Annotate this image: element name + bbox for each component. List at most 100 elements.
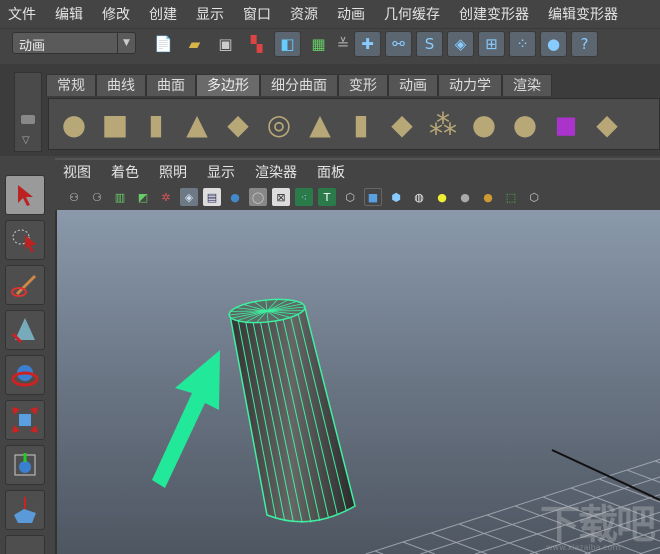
shadows-icon[interactable]: ● [456,188,474,206]
shelf-tab[interactable]: 动力学 [438,74,502,96]
menu-item[interactable]: 几何缓存 [384,4,440,24]
panel-menu: 视图 着色 照明 显示 渲染器 面板 [55,160,660,184]
panel-menu-item[interactable]: 面板 [317,162,345,182]
menu-item[interactable]: 文件 [8,4,36,24]
filter-icon[interactable]: ≚ [336,31,350,57]
shelf-tab[interactable]: 动画 [388,74,438,96]
menu-item[interactable]: 显示 [196,4,224,24]
snap-particle-icon[interactable]: ● [540,31,567,57]
snap-vertex-icon[interactable]: ⁘ [509,31,536,57]
separate-icon[interactable]: ● [467,107,501,141]
image-plane-icon[interactable]: ◩ [134,188,152,206]
lasso-tool-icon[interactable] [5,220,45,260]
watermark: 下载吧 www.xiazaiba.com [540,502,656,552]
combine-icon[interactable]: ⁂ [426,107,460,141]
panel-menu-item[interactable]: 视图 [63,162,91,182]
shelf-tab[interactable]: 多边形 [196,74,260,96]
snap-point-icon[interactable]: S [416,31,443,57]
bookmarks-icon[interactable]: ▥ [111,188,129,206]
wireframe-icon[interactable]: ⬡ [341,188,359,206]
field-chart-icon[interactable]: ⊠ [272,188,290,206]
shelf-menu-icon: ▽ [22,135,30,146]
shelf-tab[interactable]: 变形 [338,74,388,96]
panel-toolbar: ⚇ ⚆ ▥ ◩ ✲ ◈ ▤ ● ◯ ⊠ ⁖ T ⬡ ■ ⬢ ◍ ● ● ● ⬚ … [55,184,660,210]
shelf-tab[interactable]: 渲染 [502,74,552,96]
camera-attributes-icon[interactable]: ⚆ [88,188,106,206]
shelf-menu-handle[interactable]: ▽ [14,72,42,152]
shelf-tab[interactable]: 细分曲面 [260,74,338,96]
open-scene-icon[interactable]: ▰ [181,31,208,57]
show-manipulator-icon[interactable] [5,535,45,554]
grid-line [402,541,436,554]
help-icon[interactable]: ? [571,31,598,57]
toolbox [0,165,50,554]
grid-line [626,469,660,483]
menu-item[interactable]: 编辑变形器 [548,4,618,24]
save-scene-icon[interactable]: ▣ [212,31,239,57]
shelf-tab[interactable]: 常规 [46,74,96,96]
new-scene-icon[interactable]: 📄 [150,31,177,57]
menu-item[interactable]: 创建 [149,4,177,24]
film-gate-icon[interactable]: ▤ [203,188,221,206]
shelf-polygons: ● ■ ▮ ▲ ◆ ◎ ▲ ▮ ◆ ⁂ ● ● ◼ ◆ [48,98,660,150]
poly-torus-icon[interactable]: ◎ [262,107,296,141]
shelf-tab[interactable]: 曲面 [146,74,196,96]
menu-item[interactable]: 修改 [102,4,130,24]
chevron-down-icon: ▼ [117,33,135,53]
poly-cylinder-icon[interactable]: ▮ [139,107,173,141]
pointer-arrow-icon [152,350,220,488]
wireframe-on-shaded-icon[interactable]: ⬢ [387,188,405,206]
grid-toggle-icon[interactable]: ◈ [180,188,198,206]
use-all-lights-icon[interactable]: ● [433,188,451,206]
menu-item[interactable]: 动画 [337,4,365,24]
smooth-proxy-icon[interactable]: ◼ [549,107,583,141]
soft-modification-tool-icon[interactable] [5,490,45,530]
safe-title-icon[interactable]: T [318,188,336,206]
panel-menu-item[interactable]: 着色 [111,162,139,182]
rotate-tool-icon[interactable] [5,355,45,395]
poly-pyramid-icon[interactable]: ▲ [303,107,337,141]
panel-menu-item[interactable]: 照明 [159,162,187,182]
panel-menu-item[interactable]: 显示 [207,162,235,182]
xray-icon[interactable]: ⬡ [525,188,543,206]
select-camera-icon[interactable]: ⚇ [65,188,83,206]
ambient-occlusion-icon[interactable]: ● [479,188,497,206]
snap-live-icon[interactable]: ⊞ [478,31,505,57]
move-tool-icon[interactable] [5,310,45,350]
main-menubar: 文件 编辑 修改 创建 显示 窗口 资源 动画 几何缓存 创建变形器 编辑变形器 [0,0,660,28]
select-object-icon[interactable]: ◧ [274,31,301,57]
viewport-panel-bar: 视图 着色 照明 显示 渲染器 面板 ⚇ ⚆ ▥ ◩ ✲ ◈ ▤ ● ◯ ⊠ ⁖ T ⬡ … [55,158,660,210]
snap-plane-icon[interactable]: ◈ [447,31,474,57]
menu-set-dropdown[interactable]: 动画 ▼ [12,32,136,54]
extract-icon[interactable]: ● [508,107,542,141]
gate-mask-icon[interactable]: ◯ [249,188,267,206]
snap-curve-icon[interactable]: ⚯ [385,31,412,57]
isolate-select-icon[interactable]: ⬚ [502,188,520,206]
panel-menu-item[interactable]: 渲染器 [255,162,297,182]
menu-item[interactable]: 窗口 [243,4,271,24]
poly-cone-icon[interactable]: ▲ [180,107,214,141]
textured-icon[interactable]: ◍ [410,188,428,206]
paint-select-tool-icon[interactable] [5,265,45,305]
2d-pan-zoom-icon[interactable]: ✲ [157,188,175,206]
menu-item[interactable]: 资源 [290,4,318,24]
poly-sphere-icon[interactable]: ● [57,107,91,141]
shelf-tab[interactable]: 曲线 [96,74,146,96]
select-tool-icon[interactable] [5,175,45,215]
scale-tool-icon[interactable] [5,400,45,440]
smooth-shade-icon[interactable]: ■ [364,188,382,206]
safe-action-icon[interactable]: ⁖ [295,188,313,206]
poly-plane-icon[interactable]: ◆ [221,107,255,141]
poly-platonic-icon[interactable]: ◆ [385,107,419,141]
select-component-icon[interactable]: ▦ [305,31,332,57]
poly-pipe-icon[interactable]: ▮ [344,107,378,141]
select-hierarchy-icon[interactable]: ▚ [243,31,270,57]
resolution-gate-icon[interactable]: ● [226,188,244,206]
menu-item[interactable]: 编辑 [55,4,83,24]
menu-item[interactable]: 创建变形器 [459,4,529,24]
snap-grid-icon[interactable]: ✚ [354,31,381,57]
mirror-icon[interactable]: ◆ [590,107,624,141]
universal-manipulator-icon[interactable] [5,445,45,485]
poly-cube-icon[interactable]: ■ [98,107,132,141]
perspective-viewport[interactable]: 下载吧 www.xiazaiba.com [55,210,660,554]
